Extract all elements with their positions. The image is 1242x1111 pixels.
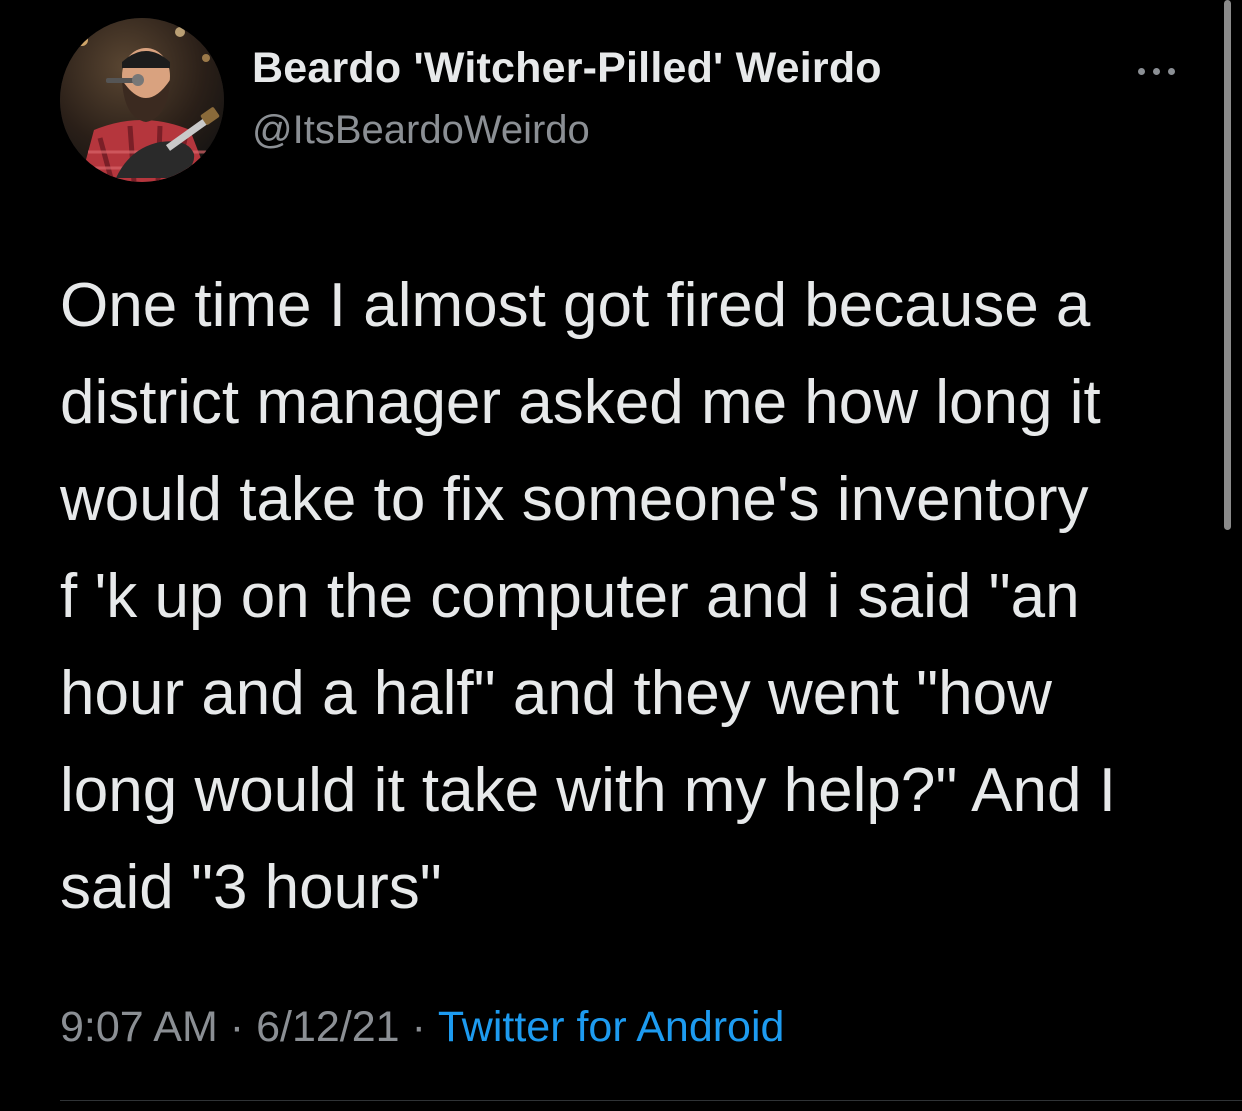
more-dot xyxy=(1167,67,1175,75)
tweet-text: One time I almost got fired because a di… xyxy=(60,271,1116,922)
divider xyxy=(60,1100,1242,1101)
more-options-icon[interactable] xyxy=(1128,56,1184,86)
more-dot xyxy=(1137,67,1145,75)
scrollbar[interactable] xyxy=(1224,0,1231,530)
avatar[interactable] xyxy=(60,18,224,182)
more-dot xyxy=(1152,67,1160,75)
tweet-time[interactable]: 9:07 AM xyxy=(60,1003,218,1051)
tweet: Beardo 'Witcher-Pilled' Weirdo @ItsBeard… xyxy=(0,0,1242,1111)
author-handle[interactable]: @ItsBeardoWeirdo xyxy=(252,108,590,153)
tweet-source-link[interactable]: Twitter for Android xyxy=(438,1003,785,1051)
tweet-date[interactable]: 6/12/21 xyxy=(256,1003,399,1051)
author-display-name[interactable]: Beardo 'Witcher-Pilled' Weirdo xyxy=(252,44,882,93)
meta-separator: · xyxy=(411,1003,426,1051)
tweet-meta: 9:07 AM · 6/12/21 · Twitter for Android xyxy=(60,1003,784,1052)
meta-separator: · xyxy=(229,1003,245,1051)
profile-photo-icon xyxy=(60,18,224,182)
